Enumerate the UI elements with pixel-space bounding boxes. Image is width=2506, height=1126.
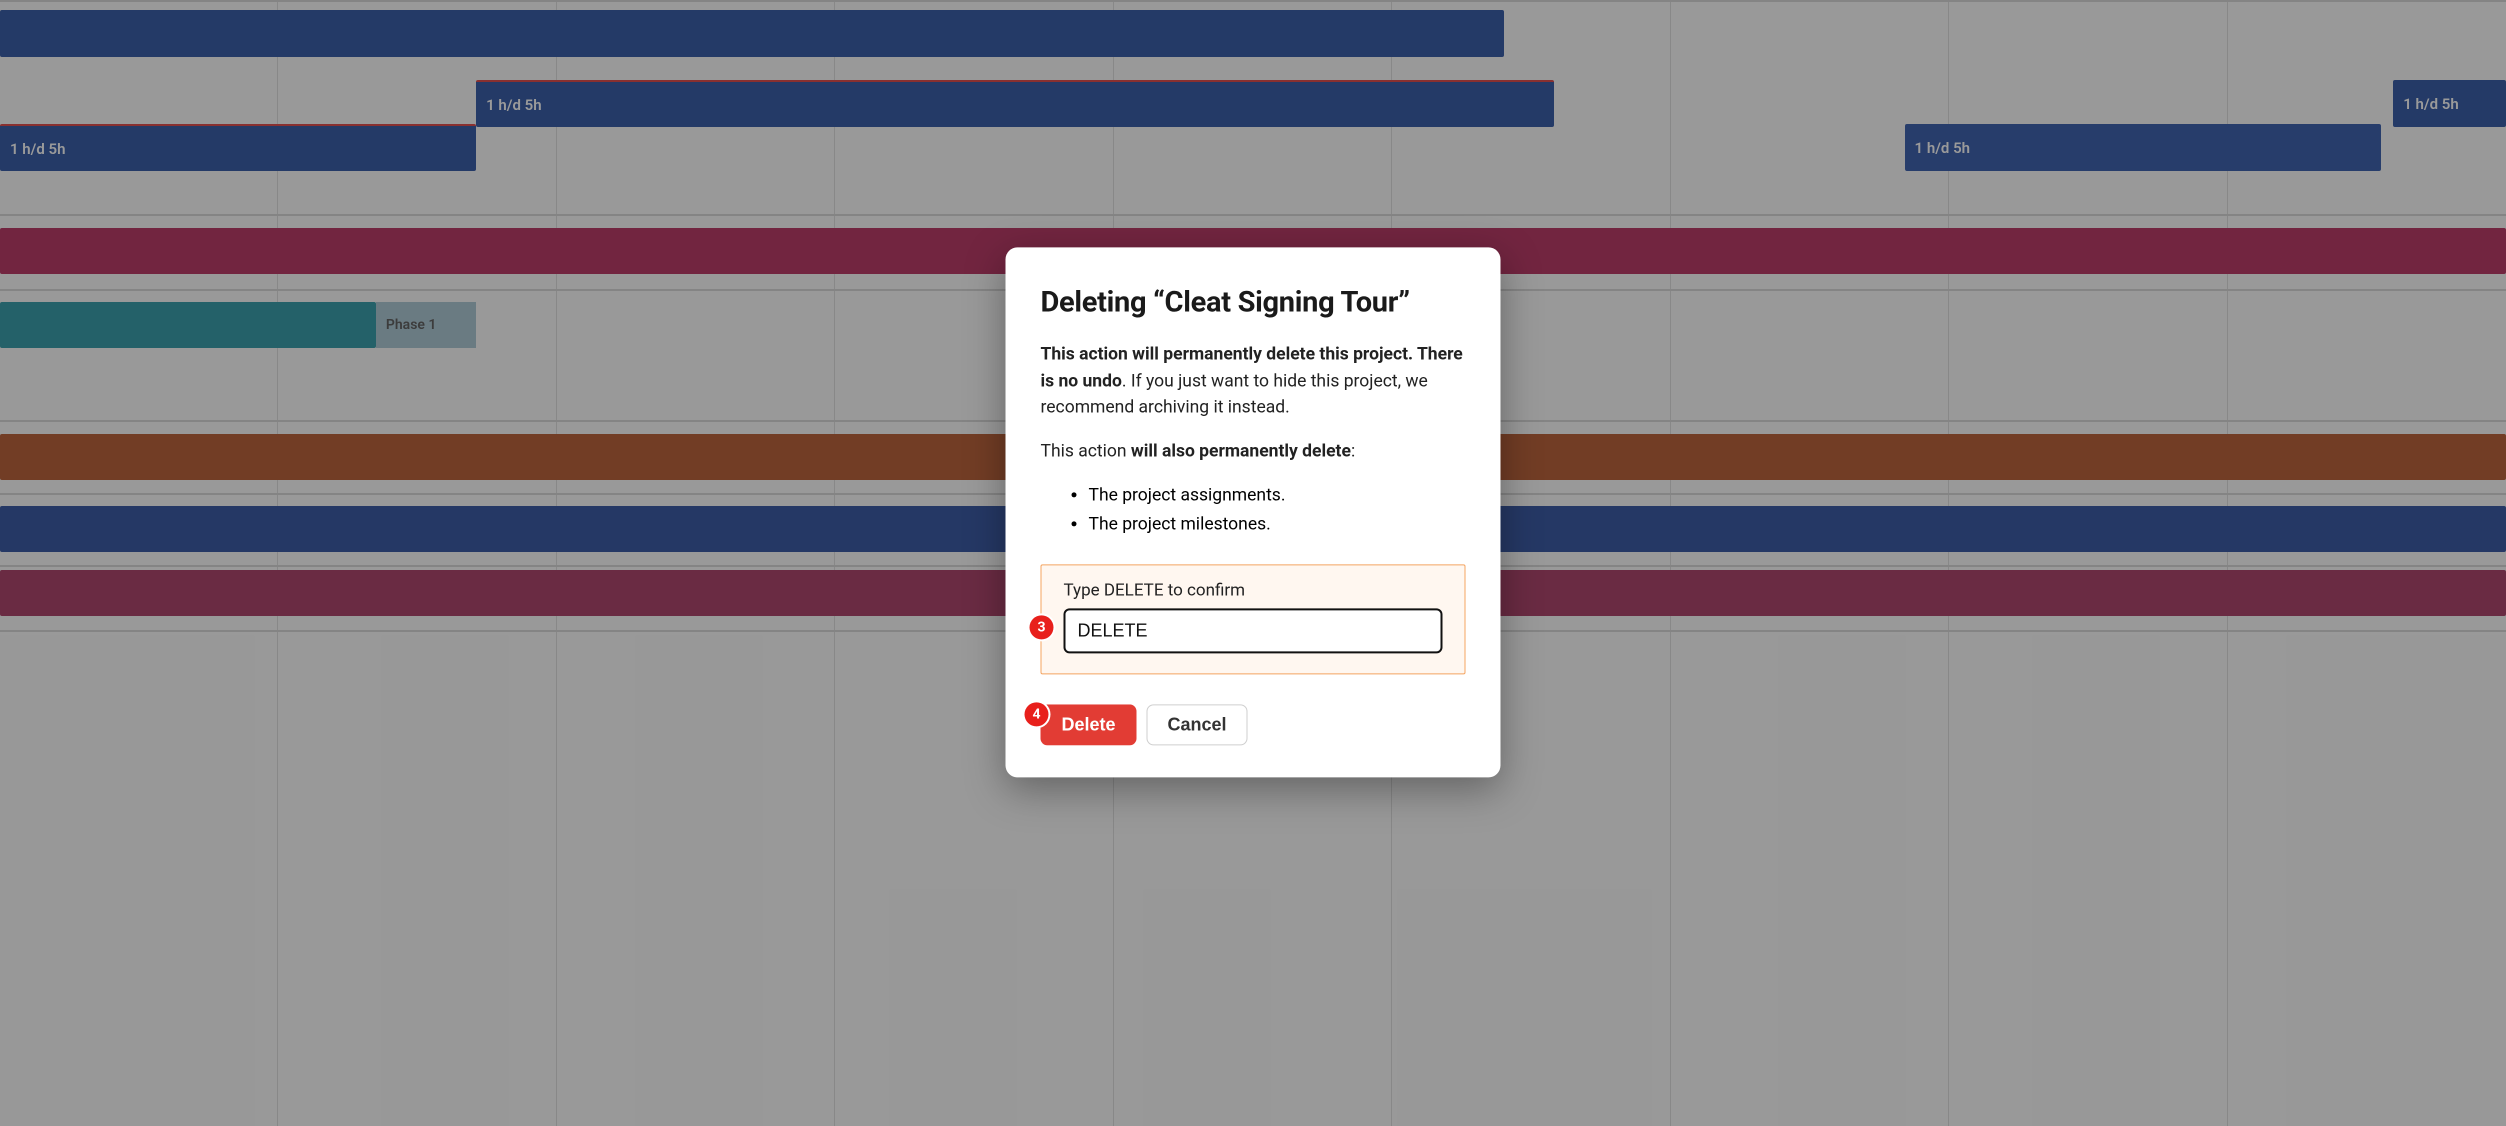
cancel-button[interactable]: Cancel bbox=[1147, 704, 1248, 745]
delete-button[interactable]: Delete bbox=[1041, 704, 1137, 745]
modal-title: Deleting “Cleat Signing Tour” bbox=[1041, 286, 1466, 320]
confirm-label: Type DELETE to confirm bbox=[1064, 580, 1443, 600]
confirm-box: 3 Type DELETE to confirm bbox=[1041, 564, 1466, 674]
list-item: The project milestones. bbox=[1089, 512, 1466, 539]
modal-actions: 4 Delete Cancel bbox=[1041, 704, 1466, 745]
modal-also-delete: This action will also permanently delete… bbox=[1041, 438, 1466, 464]
delete-project-modal: Deleting “Cleat Signing Tour” This actio… bbox=[1006, 248, 1501, 777]
modal-warning: This action will permanently delete this… bbox=[1041, 342, 1466, 421]
modal-delete-list: The project assignments. The project mil… bbox=[1089, 483, 1466, 539]
step-badge-3: 3 bbox=[1030, 615, 1054, 639]
confirm-input[interactable] bbox=[1064, 608, 1443, 653]
list-item: The project assignments. bbox=[1089, 483, 1466, 510]
